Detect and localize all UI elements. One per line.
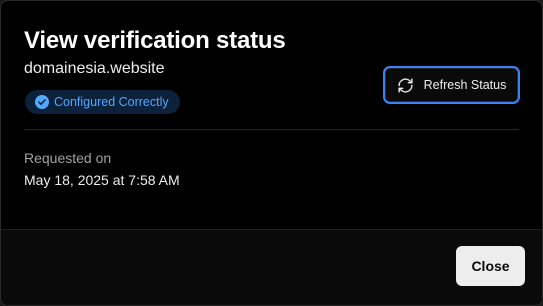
refresh-icon <box>397 77 414 94</box>
requested-on-value: May 18, 2025 at 7:58 AM <box>24 172 180 188</box>
dialog-title: View verification status <box>24 27 286 54</box>
divider <box>24 129 519 130</box>
close-button-label: Close <box>471 258 510 274</box>
status-badge-label: Configured Correctly <box>54 95 169 109</box>
refresh-status-button[interactable]: Refresh Status <box>383 66 520 104</box>
verification-status-dialog: View verification status domainesia.webs… <box>0 0 543 306</box>
domain-name: domainesia.website <box>24 60 165 77</box>
status-badge: Configured Correctly <box>25 90 180 114</box>
close-button[interactable]: Close <box>456 246 525 286</box>
refresh-status-label: Refresh Status <box>423 78 507 92</box>
requested-on-label: Requested on <box>24 150 112 166</box>
check-circle-icon <box>35 95 49 109</box>
